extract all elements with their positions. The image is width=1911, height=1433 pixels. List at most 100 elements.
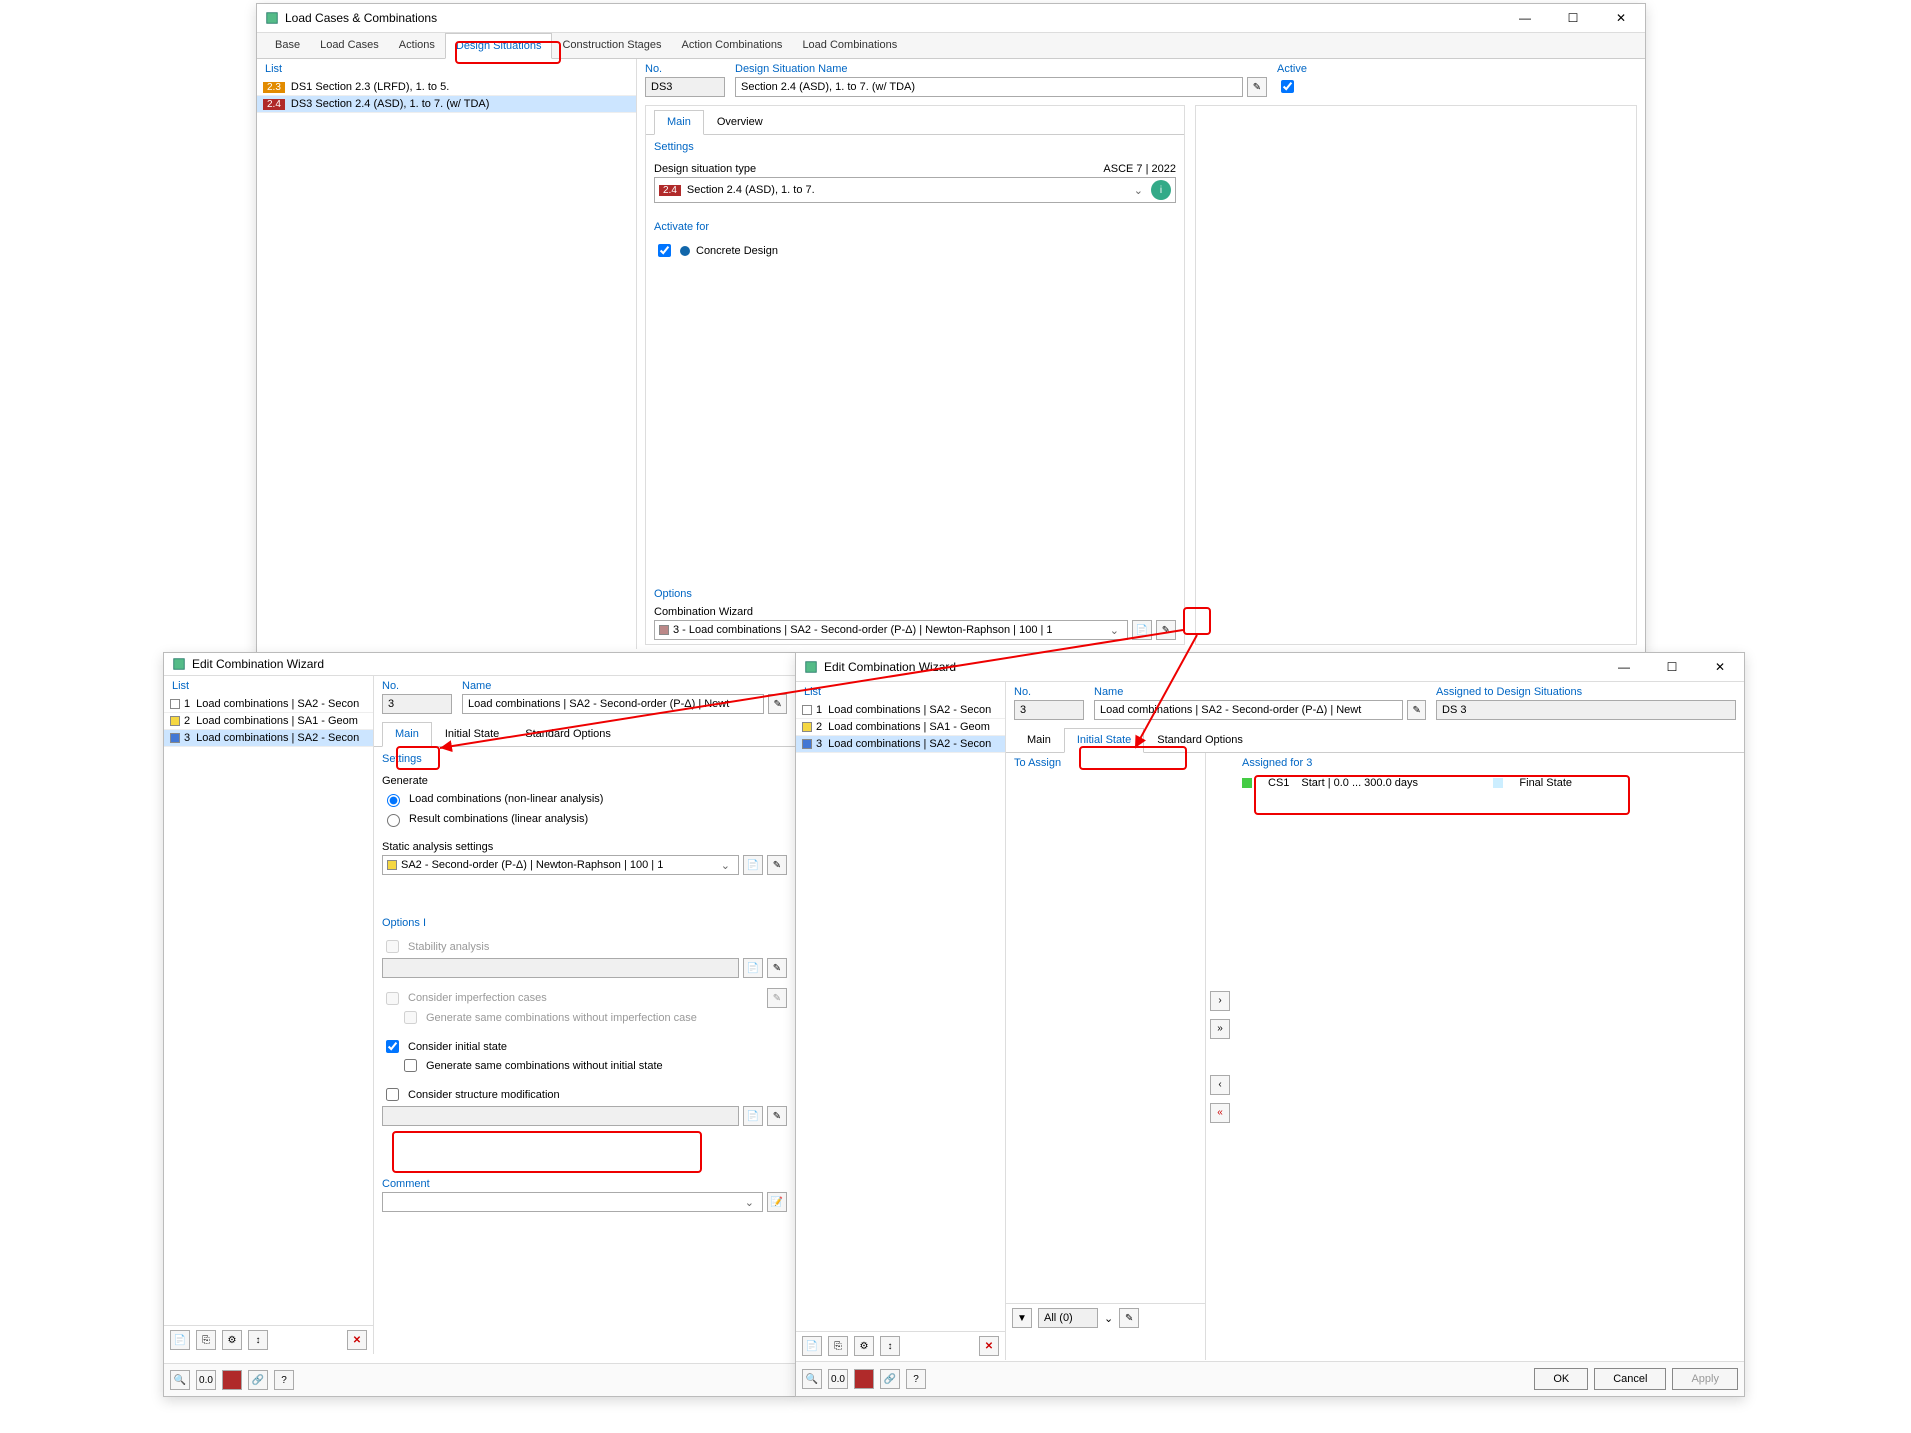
move-all-right-icon[interactable]: »	[1210, 1019, 1230, 1039]
tool1-icon[interactable]: ⚙	[854, 1336, 874, 1356]
wizard-list-row[interactable]: 2 Load combinations | SA1 - Geom	[164, 713, 373, 730]
subtab-overview[interactable]: Overview	[704, 110, 776, 134]
move-left-icon[interactable]: ‹	[1210, 1075, 1230, 1095]
clear-filter-icon[interactable]: ✎	[1119, 1308, 1139, 1328]
new-icon[interactable]: 📄	[170, 1330, 190, 1350]
maximize-button[interactable]: ☐	[1557, 8, 1589, 28]
tab-load-combinations[interactable]: Load Combinations	[792, 33, 907, 58]
no-input[interactable]	[382, 694, 452, 714]
maximize-button[interactable]: ☐	[1656, 657, 1688, 677]
comment-edit-icon[interactable]: 📝	[767, 1192, 787, 1212]
edit-name-icon[interactable]: ✎	[1407, 700, 1426, 720]
combo-wizard-new-icon[interactable]: 📄	[1132, 620, 1152, 640]
minimize-button[interactable]: —	[1509, 8, 1541, 28]
static-dropdown[interactable]: SA2 - Second-order (P-Δ) | Newton-Raphso…	[382, 855, 739, 875]
assigned-ds-input[interactable]	[1436, 700, 1736, 720]
tab-construction-stages[interactable]: Construction Stages	[552, 33, 671, 58]
name-input[interactable]	[462, 694, 764, 714]
link-icon[interactable]: 🔗	[248, 1370, 268, 1390]
active-checkbox[interactable]	[1281, 80, 1294, 93]
static-new-icon[interactable]: 📄	[743, 855, 763, 875]
assigned-item-row[interactable]: CS1 Start | 0.0 ... 300.0 days Final Sta…	[1234, 773, 1744, 793]
radio-nonlinear[interactable]	[387, 794, 400, 807]
tab-base[interactable]: Base	[265, 33, 310, 58]
structure-edit-icon[interactable]: ✎	[767, 1106, 787, 1126]
unit-icon[interactable]: 0.0	[828, 1369, 848, 1389]
close-button[interactable]: ✕	[1605, 8, 1637, 28]
assigned-ds-label: Assigned to Design Situations	[1436, 686, 1736, 698]
ds-list-row[interactable]: 2.4 DS3 Section 2.4 (ASD), 1. to 7. (w/ …	[257, 96, 636, 113]
imperfection-edit-icon[interactable]: ✎	[767, 988, 787, 1008]
apply-button[interactable]: Apply	[1672, 1368, 1738, 1390]
stability-edit-icon[interactable]: ✎	[767, 958, 787, 978]
initial-state-sub-checkbox[interactable]	[404, 1059, 417, 1072]
minimize-button[interactable]: —	[1608, 657, 1640, 677]
chevron-down-icon[interactable]: ⌄	[717, 859, 734, 872]
tool1-icon[interactable]: ⚙	[222, 1330, 242, 1350]
ds-name-input[interactable]	[735, 77, 1243, 97]
subtab-main[interactable]: Main	[1014, 728, 1064, 752]
edit-name-icon[interactable]: ✎	[768, 694, 787, 714]
subtab-initial-state[interactable]: Initial State	[1064, 728, 1144, 753]
wizard-list-row[interactable]: 1 Load combinations | SA2 - Secon	[164, 696, 373, 713]
stability-new-icon[interactable]: 📄	[743, 958, 763, 978]
unit-icon[interactable]: 0.0	[196, 1370, 216, 1390]
wizard-list-row[interactable]: 3 Load combinations | SA2 - Secon	[796, 736, 1005, 753]
wizard-list-row[interactable]: 2 Load combinations | SA1 - Geom	[796, 719, 1005, 736]
structure-mod-checkbox[interactable]	[386, 1088, 399, 1101]
close-button[interactable]: ✕	[1704, 657, 1736, 677]
ds-type-dropdown[interactable]: 2.4 Section 2.4 (ASD), 1. to 7. ⌄ i	[654, 177, 1176, 203]
copy-icon[interactable]: ⎘	[828, 1336, 848, 1356]
delete-icon[interactable]: ✕	[979, 1336, 999, 1356]
ds-list-row[interactable]: 2.3 DS1 Section 2.3 (LRFD), 1. to 5.	[257, 79, 636, 96]
move-right-icon[interactable]: ›	[1210, 991, 1230, 1011]
chevron-down-icon[interactable]: ⌄	[1104, 1312, 1113, 1325]
tool2-icon[interactable]: ↕	[880, 1336, 900, 1356]
combo-wizard-dropdown[interactable]: 3 - Load combinations | SA2 - Second-ord…	[654, 620, 1128, 640]
chevron-down-icon[interactable]: ⌄	[1106, 624, 1123, 637]
filter-all-input[interactable]	[1038, 1308, 1098, 1328]
no-input[interactable]	[1014, 700, 1084, 720]
wizard-list-row[interactable]: 1 Load combinations | SA2 - Secon	[796, 702, 1005, 719]
copy-icon[interactable]: ⎘	[196, 1330, 216, 1350]
color-icon[interactable]	[854, 1369, 874, 1389]
edit-name-icon[interactable]: ✎	[1247, 77, 1267, 97]
ok-button[interactable]: OK	[1534, 1368, 1588, 1390]
delete-icon[interactable]: ✕	[347, 1330, 367, 1350]
tab-action-combinations[interactable]: Action Combinations	[672, 33, 793, 58]
subtab-main[interactable]: Main	[382, 722, 432, 747]
zoom-icon[interactable]: 🔍	[170, 1370, 190, 1390]
link-icon[interactable]: 🔗	[880, 1369, 900, 1389]
subtab-standard-options[interactable]: Standard Options	[1144, 728, 1256, 752]
tab-design-situations[interactable]: Design Situations	[445, 33, 553, 59]
comment-dropdown[interactable]: ⌄	[382, 1192, 763, 1212]
imperfection-sub-label: Generate same combinations without imper…	[426, 1012, 697, 1024]
help-icon[interactable]: ?	[906, 1369, 926, 1389]
subtab-main[interactable]: Main	[654, 110, 704, 135]
subtab-initial-state[interactable]: Initial State	[432, 722, 512, 746]
concrete-design-checkbox[interactable]	[658, 244, 671, 257]
chevron-down-icon[interactable]: ⌄	[741, 1196, 758, 1209]
filter-icon[interactable]: ▼	[1012, 1308, 1032, 1328]
stability-checkbox	[386, 940, 399, 953]
name-input[interactable]	[1094, 700, 1403, 720]
tool2-icon[interactable]: ↕	[248, 1330, 268, 1350]
help-icon[interactable]: ?	[274, 1370, 294, 1390]
initial-state-checkbox[interactable]	[386, 1040, 399, 1053]
new-icon[interactable]: 📄	[802, 1336, 822, 1356]
combo-wizard-edit-icon[interactable]: ✎	[1156, 620, 1176, 640]
info-icon[interactable]: i	[1151, 180, 1171, 200]
structure-new-icon[interactable]: 📄	[743, 1106, 763, 1126]
move-all-left-icon[interactable]: «	[1210, 1103, 1230, 1123]
subtab-standard-options[interactable]: Standard Options	[512, 722, 624, 746]
wizard-list-row[interactable]: 3 Load combinations | SA2 - Secon	[164, 730, 373, 747]
color-icon[interactable]	[222, 1370, 242, 1390]
static-edit-icon[interactable]: ✎	[767, 855, 787, 875]
tab-actions[interactable]: Actions	[389, 33, 445, 58]
cancel-button[interactable]: Cancel	[1594, 1368, 1666, 1390]
zoom-icon[interactable]: 🔍	[802, 1369, 822, 1389]
no-input[interactable]	[645, 77, 725, 97]
tab-load-cases[interactable]: Load Cases	[310, 33, 389, 58]
chevron-down-icon[interactable]: ⌄	[1130, 184, 1147, 197]
radio-linear[interactable]	[387, 814, 400, 827]
